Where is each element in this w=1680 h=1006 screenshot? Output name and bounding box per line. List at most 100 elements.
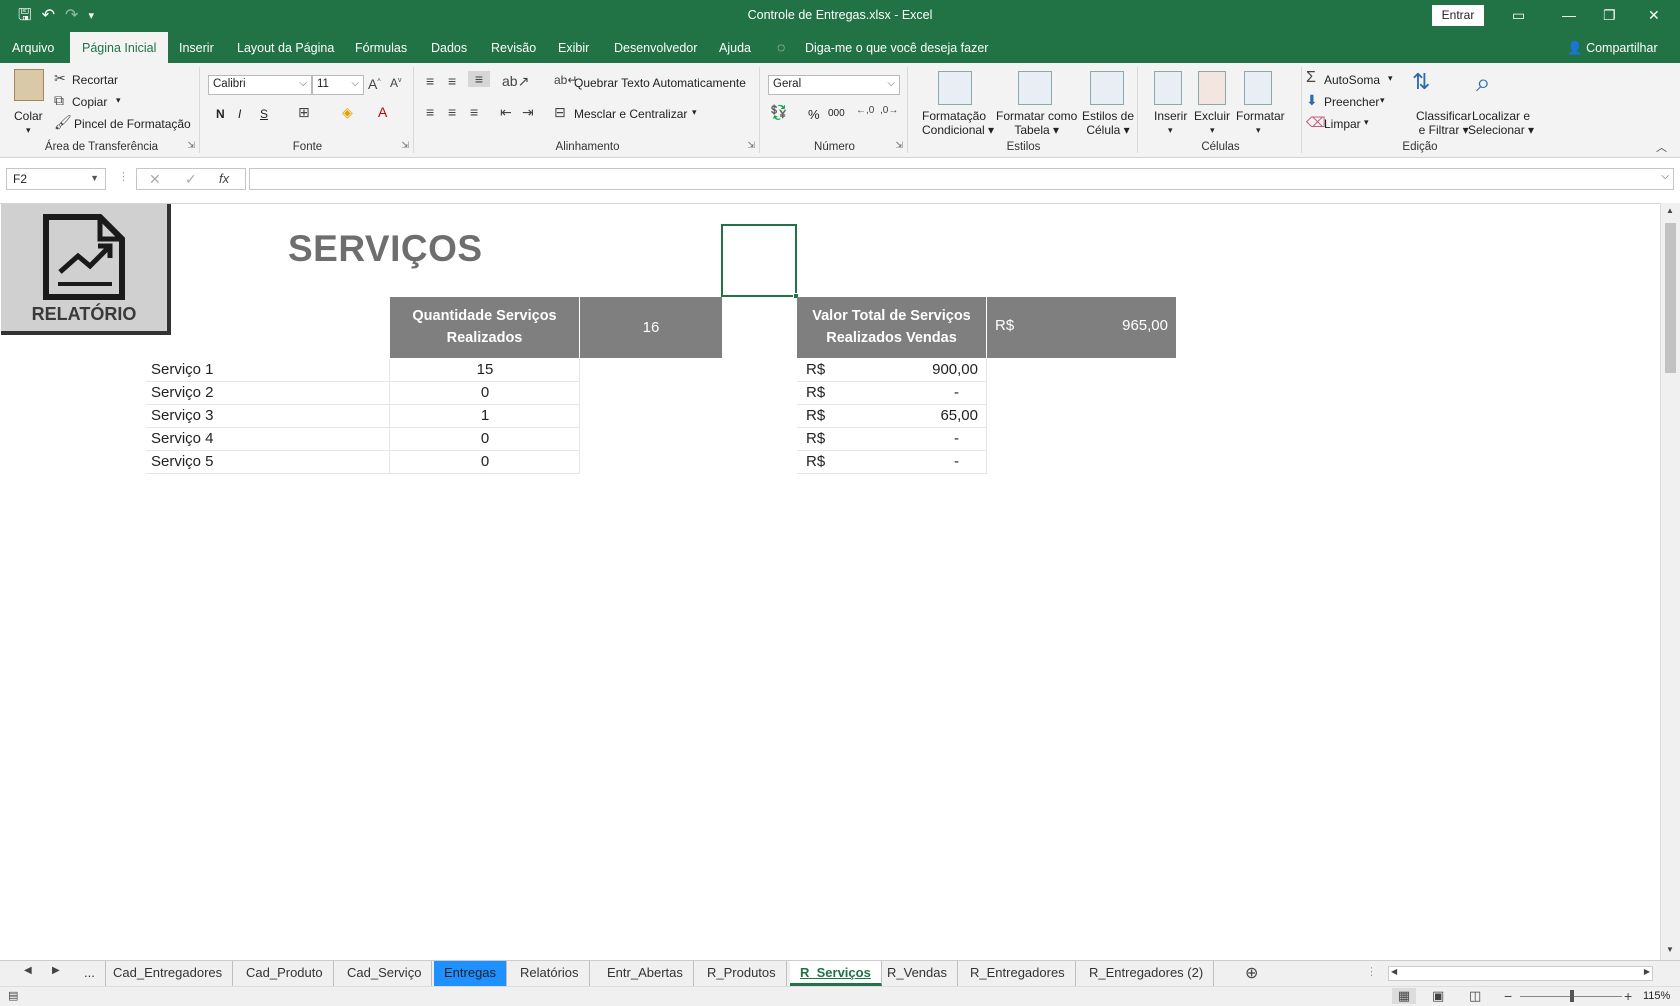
normal-view-icon[interactable]: ▦ bbox=[1392, 988, 1416, 1004]
selected-cell[interactable] bbox=[721, 224, 797, 297]
bold-button[interactable]: N bbox=[216, 107, 225, 121]
tab-arquivo[interactable]: Arquivo bbox=[12, 41, 54, 55]
increase-font-icon[interactable]: A^ bbox=[368, 76, 381, 92]
fill-button[interactable]: Preencher bbox=[1324, 95, 1379, 109]
zoom-in-icon[interactable]: + bbox=[1624, 988, 1632, 1004]
font-color-icon[interactable]: A bbox=[378, 104, 387, 120]
vertical-scroll-thumb[interactable] bbox=[1665, 223, 1676, 373]
sheet-tab-active[interactable]: R_Serviços bbox=[790, 961, 882, 986]
orientation-icon[interactable]: ab↗ bbox=[502, 73, 529, 90]
tab-exibir[interactable]: Exibir bbox=[558, 41, 589, 55]
percent-button[interactable]: % bbox=[808, 107, 820, 122]
function-icon[interactable]: fx bbox=[219, 171, 229, 186]
copy-dropdown-icon[interactable]: ▾ bbox=[116, 95, 121, 106]
font-size-select[interactable]: 11 ⌵ bbox=[312, 75, 364, 95]
delete-cells-button[interactable]: Excluir bbox=[1194, 109, 1230, 123]
tab-inserir[interactable]: Inserir bbox=[179, 41, 214, 55]
fill-color-icon[interactable]: ◈ bbox=[342, 104, 353, 121]
tab-revisao[interactable]: Revisão bbox=[491, 41, 536, 55]
align-top-icon[interactable]: ≡ bbox=[426, 73, 434, 89]
name-box[interactable]: F2 ▼ bbox=[6, 168, 106, 190]
paste-icon[interactable] bbox=[14, 69, 44, 101]
thousands-button[interactable]: 000 bbox=[828, 108, 845, 119]
tab-formulas[interactable]: Fórmulas bbox=[355, 41, 407, 55]
tab-layout[interactable]: Layout da Página bbox=[237, 41, 334, 55]
font-name-select[interactable]: Calibri ⌵ bbox=[208, 75, 312, 95]
tab-dados[interactable]: Dados bbox=[431, 41, 467, 55]
format-cells-button[interactable]: Formatar bbox=[1236, 109, 1285, 123]
tab-pagina-inicial[interactable]: Página Inicial bbox=[70, 32, 169, 63]
decrease-font-icon[interactable]: Av bbox=[390, 76, 402, 90]
conditional-format-button[interactable]: Formatação Condicional ▾ bbox=[922, 109, 994, 137]
sheet-tab[interactable]: R_Vendas bbox=[877, 961, 958, 986]
horizontal-scrollbar[interactable]: ◀ ▶ bbox=[1388, 966, 1653, 981]
collapse-ribbon-icon[interactable]: ︿ bbox=[1656, 139, 1667, 155]
zoom-out-icon[interactable]: − bbox=[1504, 988, 1512, 1004]
fill-dropdown-icon[interactable]: ▾ bbox=[1380, 95, 1385, 106]
scroll-right-icon[interactable]: ▶ bbox=[1644, 967, 1650, 976]
share-button[interactable]: 👤 Compartilhar bbox=[1567, 41, 1658, 56]
minimize-icon[interactable]: — bbox=[1562, 5, 1576, 25]
tab-ajuda[interactable]: Ajuda bbox=[719, 41, 751, 55]
decrease-decimal-icon[interactable]: ,0→ bbox=[880, 105, 898, 116]
alignment-launcher-icon[interactable]: ⇲ bbox=[747, 140, 755, 151]
scroll-down-icon[interactable]: ▼ bbox=[1666, 945, 1674, 954]
decrease-indent-icon[interactable]: ⇤ bbox=[500, 104, 512, 121]
sheet-tab[interactable]: R_Entregadores (2) bbox=[1079, 961, 1215, 986]
copy-button[interactable]: Copiar bbox=[72, 95, 107, 109]
formula-input[interactable]: ⌵ bbox=[249, 168, 1674, 190]
align-left-icon[interactable]: ≡ bbox=[426, 104, 434, 120]
zoom-slider-thumb[interactable] bbox=[1570, 990, 1574, 1002]
increase-indent-icon[interactable]: ⇥ bbox=[522, 104, 534, 121]
ribbon-display-icon[interactable]: ▭ bbox=[1512, 5, 1525, 25]
scroll-tabs-right-icon[interactable]: ▶ bbox=[52, 965, 60, 976]
font-launcher-icon[interactable]: ⇲ bbox=[401, 140, 409, 151]
insert-cells-button[interactable]: Inserir bbox=[1154, 109, 1187, 123]
scroll-up-icon[interactable]: ▲ bbox=[1666, 206, 1674, 215]
wrap-text-button[interactable]: Quebrar Texto Automaticamente bbox=[574, 76, 746, 90]
align-center-icon[interactable]: ≡ bbox=[448, 104, 456, 120]
clipboard-launcher-icon[interactable]: ⇲ bbox=[187, 140, 195, 151]
cell-styles-button[interactable]: Estilos de Célula ▾ bbox=[1082, 109, 1134, 137]
autosum-dropdown-icon[interactable]: ▾ bbox=[1388, 73, 1393, 84]
number-launcher-icon[interactable]: ⇲ bbox=[895, 140, 903, 151]
align-middle-icon[interactable]: ≡ bbox=[448, 73, 456, 89]
italic-button[interactable]: I bbox=[238, 107, 241, 121]
page-break-icon[interactable]: ◫ bbox=[1469, 988, 1481, 1004]
sheet-tab[interactable]: Cad_Serviço bbox=[337, 961, 433, 986]
enter-icon[interactable]: ✓ bbox=[185, 171, 197, 188]
autosum-button[interactable]: AutoSoma bbox=[1324, 73, 1380, 87]
sheet-tab-more[interactable]: ... bbox=[74, 961, 106, 986]
merge-dropdown-icon[interactable]: ▾ bbox=[692, 107, 697, 118]
sheet-tab[interactable]: R_Entregadores bbox=[960, 961, 1076, 986]
restore-icon[interactable]: ❐ bbox=[1603, 5, 1616, 25]
format-as-table-button[interactable]: Formatar como Tabela ▾ bbox=[996, 109, 1077, 137]
sheet-tab[interactable]: Cad_Entregadores bbox=[103, 961, 234, 986]
sheet-tab[interactable]: Entregas bbox=[434, 961, 508, 986]
align-right-icon[interactable]: ≡ bbox=[470, 104, 478, 120]
borders-icon[interactable]: ⊞ bbox=[298, 104, 310, 121]
vertical-scrollbar[interactable]: ▲ ▼ bbox=[1660, 203, 1680, 960]
tab-splitter-icon[interactable]: ⋮ bbox=[1366, 965, 1377, 978]
macro-record-icon[interactable]: ▤ bbox=[8, 989, 18, 1002]
sheet-tab[interactable]: Entr_Abertas bbox=[597, 961, 694, 986]
report-logo[interactable]: RELATÓRIO bbox=[1, 204, 171, 335]
currency-icon[interactable]: 💱 bbox=[770, 104, 787, 121]
insert-dropdown-icon[interactable]: ▾ bbox=[1168, 125, 1173, 136]
find-select-button[interactable]: Localizar e Selecionar ▾ bbox=[1468, 109, 1534, 137]
sheet-tab[interactable]: R_Produtos bbox=[697, 961, 787, 986]
cancel-icon[interactable]: ✕ bbox=[149, 171, 161, 188]
sort-filter-button[interactable]: Classificar e Filtrar ▾ bbox=[1416, 109, 1471, 137]
number-format-select[interactable]: Geral ⌵ bbox=[768, 75, 900, 95]
scroll-left-icon[interactable]: ◀ bbox=[1391, 967, 1397, 976]
expand-formula-icon[interactable]: ⌵ bbox=[1661, 171, 1669, 182]
format-painter-button[interactable]: Pincel de Formatação bbox=[74, 117, 191, 131]
tell-me-search[interactable]: Diga-me o que você deseja fazer bbox=[805, 41, 988, 55]
clear-dropdown-icon[interactable]: ▾ bbox=[1364, 117, 1369, 128]
page-layout-icon[interactable]: ▣ bbox=[1432, 988, 1444, 1004]
sign-in-button[interactable]: Entrar bbox=[1432, 5, 1484, 26]
underline-button[interactable]: S bbox=[260, 107, 268, 121]
paste-dropdown-icon[interactable]: ▾ bbox=[26, 125, 31, 136]
clear-button[interactable]: Limpar bbox=[1324, 117, 1361, 131]
sheet-tab[interactable]: Relatórios bbox=[510, 961, 590, 986]
